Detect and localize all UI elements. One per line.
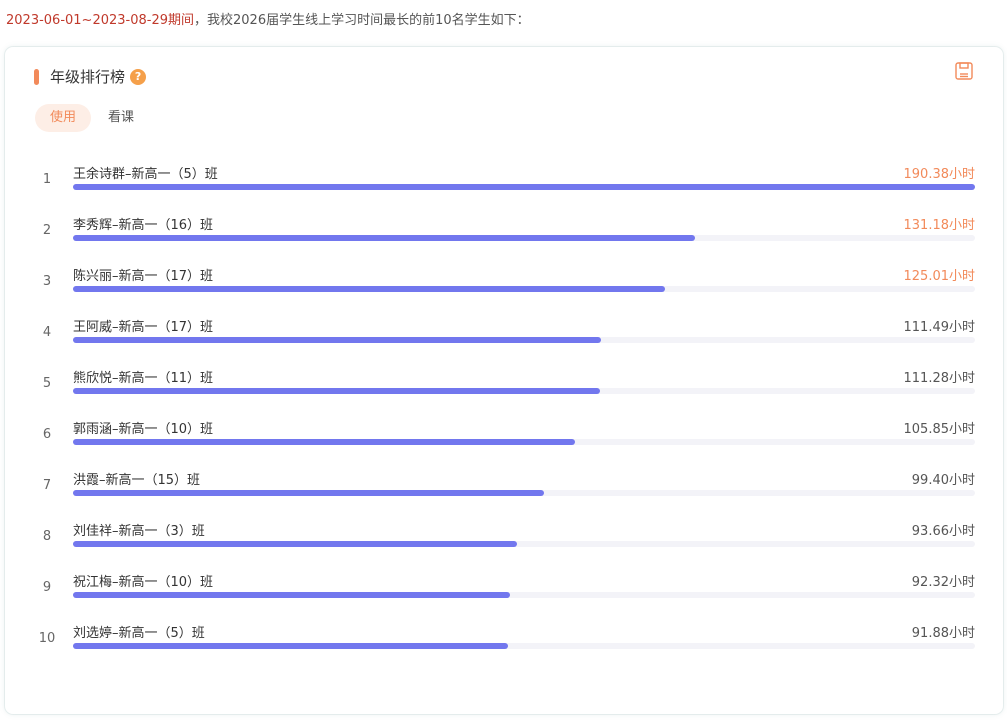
student-name: 熊欣悦–新高一（11）班	[73, 371, 214, 386]
progress-fill	[73, 337, 602, 343]
progress-track	[73, 337, 975, 343]
ranking-panel: 年级排行榜 ? 使用 看课 1 王余诗群–新高一（5）班 190.38小时 2 李秀辉–…	[5, 47, 1003, 714]
study-hours: 91.88小时	[911, 626, 975, 641]
tab-usage[interactable]: 使用	[35, 104, 92, 132]
progress-fill	[73, 286, 666, 292]
help-icon[interactable]: ?	[130, 68, 147, 85]
panel-header: 年级排行榜 ?	[34, 66, 147, 87]
progress-track	[73, 286, 975, 292]
ranking-row: 1 王余诗群–新高一（5）班 190.38小时	[5, 162, 1003, 213]
date-range: 2023-06-01~2023-08-29期间	[6, 13, 194, 28]
rank-number: 6	[42, 427, 52, 442]
progress-fill	[73, 541, 517, 547]
student-name: 陈兴丽–新高一（17）班	[73, 269, 214, 284]
tab-watch-lessons[interactable]: 看课	[93, 104, 149, 132]
ranking-row: 2 李秀辉–新高一（16）班 131.18小时	[5, 213, 1003, 264]
save-icon[interactable]	[954, 61, 974, 81]
progress-track	[73, 490, 975, 496]
progress-fill	[73, 439, 575, 445]
ranking-row: 10 刘选婷–新高一（5）班 91.88小时	[5, 621, 1003, 672]
ranking-row: 9 祝江梅–新高一（10）班 92.32小时	[5, 570, 1003, 621]
progress-fill	[73, 388, 601, 394]
progress-track	[73, 235, 975, 241]
rank-number: 1	[42, 172, 52, 187]
intro-sentence: 2023-06-01~2023-08-29期间，我校2026届学生线上学习时间最…	[6, 9, 530, 28]
title-accent-bar	[34, 68, 39, 85]
progress-track	[73, 388, 975, 394]
intro-text: ，我校2026届学生线上学习时间最长的前10名学生如下：	[194, 13, 530, 28]
rank-number: 2	[42, 223, 52, 238]
study-hours: 111.28小时	[903, 371, 976, 386]
study-hours: 125.01小时	[903, 269, 976, 284]
progress-track	[73, 541, 975, 547]
rank-number: 5	[42, 376, 52, 391]
rank-number: 10	[38, 631, 56, 646]
student-name: 李秀辉–新高一（16）班	[73, 218, 214, 233]
study-hours: 105.85小时	[903, 422, 976, 437]
ranking-row: 3 陈兴丽–新高一（17）班 125.01小时	[5, 264, 1003, 315]
ranking-row: 5 熊欣悦–新高一（11）班 111.28小时	[5, 366, 1003, 417]
ranking-list: 1 王余诗群–新高一（5）班 190.38小时 2 李秀辉–新高一（16）班 131.18…	[5, 162, 1003, 672]
student-name: 郭雨涵–新高一（10）班	[73, 422, 214, 437]
progress-track	[73, 592, 975, 598]
progress-track	[73, 643, 975, 649]
student-name: 刘选婷–新高一（5）班	[73, 626, 205, 641]
panel-title: 年级排行榜	[50, 68, 126, 86]
progress-fill	[73, 592, 511, 598]
progress-fill	[73, 490, 544, 496]
study-hours: 92.32小时	[911, 575, 975, 590]
progress-fill	[73, 643, 509, 649]
ranking-row: 6 郭雨涵–新高一（10）班 105.85小时	[5, 417, 1003, 468]
rank-number: 4	[42, 325, 52, 340]
tab-bar: 使用 看课	[35, 104, 151, 132]
study-hours: 131.18小时	[903, 218, 976, 233]
student-name: 刘佳祥–新高一（3）班	[73, 524, 205, 539]
progress-track	[73, 184, 975, 190]
ranking-row: 7 洪霞–新高一（15）班 99.40小时	[5, 468, 1003, 519]
rank-number: 9	[42, 580, 52, 595]
student-name: 王阿威–新高一（17）班	[73, 320, 214, 335]
student-name: 洪霞–新高一（15）班	[73, 473, 201, 488]
study-hours: 99.40小时	[911, 473, 975, 488]
ranking-row: 4 王阿威–新高一（17）班 111.49小时	[5, 315, 1003, 366]
study-hours: 93.66小时	[911, 524, 975, 539]
student-name: 王余诗群–新高一（5）班	[73, 167, 218, 182]
progress-fill	[73, 235, 695, 241]
progress-track	[73, 439, 975, 445]
rank-number: 8	[42, 529, 52, 544]
study-hours: 190.38小时	[903, 167, 976, 182]
student-name: 祝江梅–新高一（10）班	[73, 575, 214, 590]
study-hours: 111.49小时	[903, 320, 976, 335]
ranking-row: 8 刘佳祥–新高一（3）班 93.66小时	[5, 519, 1003, 570]
rank-number: 3	[42, 274, 52, 289]
rank-number: 7	[42, 478, 52, 493]
progress-fill	[73, 184, 975, 190]
